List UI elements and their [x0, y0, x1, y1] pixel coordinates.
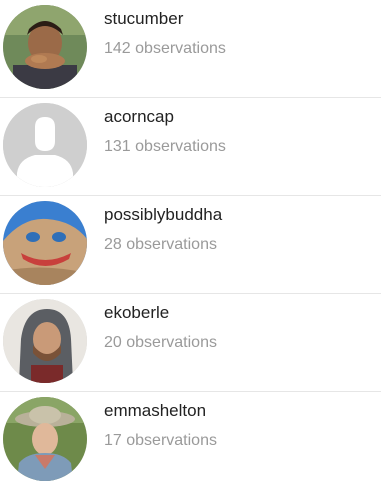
photo-avatar-woman-hat-icon: [3, 397, 87, 481]
observation-count: 131 observations: [104, 138, 226, 155]
observation-count: 28 observations: [104, 236, 217, 253]
photo-avatar-painted-rock-icon: [3, 201, 87, 285]
list-item[interactable]: possiblybuddha 28 observations: [0, 196, 381, 294]
observation-count: 20 observations: [104, 334, 217, 351]
default-person-icon: [3, 103, 87, 187]
list-item[interactable]: emmashelton 17 observations: [0, 392, 381, 490]
observer-list: stucumber 142 observations acorncap 131 …: [0, 0, 381, 491]
user-avatar[interactable]: [3, 103, 87, 187]
photo-avatar-hooded-man-icon: [3, 299, 87, 383]
user-avatar[interactable]: [3, 299, 87, 383]
observation-count: 17 observations: [104, 432, 217, 449]
user-avatar[interactable]: [3, 201, 87, 285]
list-item[interactable]: stucumber 142 observations: [0, 0, 381, 98]
photo-avatar-man-eating-icon: [3, 5, 87, 89]
username[interactable]: possiblybuddha: [104, 204, 222, 226]
username[interactable]: stucumber: [104, 8, 226, 30]
list-item[interactable]: ekoberle 20 observations: [0, 294, 381, 392]
user-avatar[interactable]: [3, 5, 87, 89]
username[interactable]: emmashelton: [104, 400, 217, 422]
observation-count: 142 observations: [104, 40, 226, 57]
username[interactable]: ekoberle: [104, 302, 217, 324]
list-item[interactable]: acorncap 131 observations: [0, 98, 381, 196]
username[interactable]: acorncap: [104, 106, 226, 128]
user-avatar[interactable]: [3, 397, 87, 481]
